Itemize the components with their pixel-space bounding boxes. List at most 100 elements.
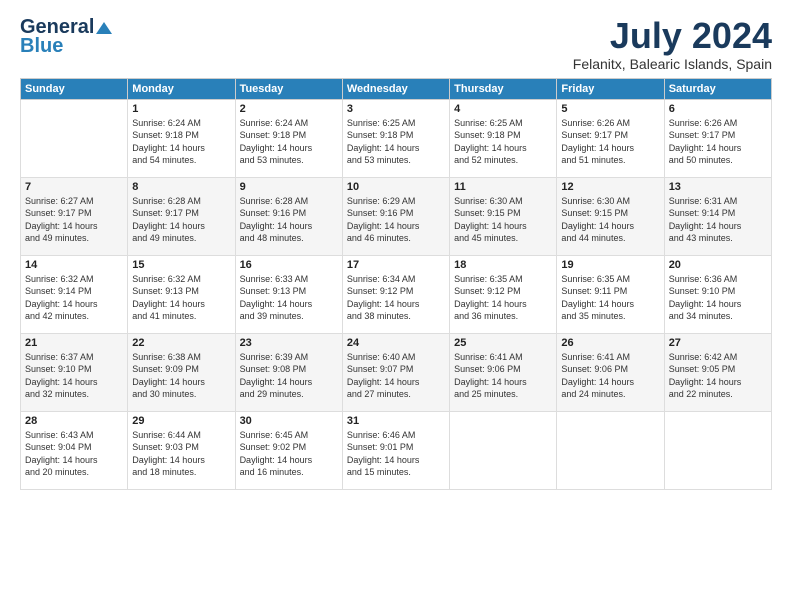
calendar-cell: 4Sunrise: 6:25 AM Sunset: 9:18 PM Daylig…	[450, 99, 557, 177]
day-number: 1	[132, 103, 230, 115]
day-number: 9	[240, 181, 338, 193]
day-number: 14	[25, 259, 123, 271]
day-number: 21	[25, 337, 123, 349]
week-row: 7 Sunrise: 6:27 AM Sunset: 9:17 PM Daylig…	[21, 177, 772, 255]
day-number: 6	[669, 103, 767, 115]
header-cell-thursday: Thursday	[450, 78, 557, 99]
calendar-cell: 10Sunrise: 6:29 AM Sunset: 9:16 PM Dayli…	[342, 177, 449, 255]
calendar-cell: 31 Sunrise: 6:46 AM Sunset: 9:01 PM Dayli…	[342, 411, 449, 489]
cell-content: Sunrise: 6:35 AM Sunset: 9:11 PM Dayligh…	[561, 273, 659, 323]
calendar-cell: 26 Sunrise: 6:41 AM Sunset: 9:06 PM Dayli…	[557, 333, 664, 411]
calendar-cell: 16 Sunrise: 6:33 AM Sunset: 9:13 PM Dayli…	[235, 255, 342, 333]
calendar-cell	[450, 411, 557, 489]
header-cell-saturday: Saturday	[664, 78, 771, 99]
day-number: 4	[454, 103, 552, 115]
cell-content: Sunrise: 6:28 AM Sunset: 9:17 PM Dayligh…	[132, 195, 230, 245]
day-number: 20	[669, 259, 767, 271]
cell-content: Sunrise: 6:44 AM Sunset: 9:03 PM Dayligh…	[132, 429, 230, 479]
day-number: 5	[561, 103, 659, 115]
cell-content: Sunrise: 6:35 AM Sunset: 9:12 PM Dayligh…	[454, 273, 552, 323]
day-number: 7	[25, 181, 123, 193]
day-number: 31	[347, 415, 445, 427]
cell-content: Sunrise: 6:32 AM Sunset: 9:13 PM Dayligh…	[132, 273, 230, 323]
calendar-cell: 3 Sunrise: 6:25 AM Sunset: 9:18 PM Daylig…	[342, 99, 449, 177]
week-row: 14Sunrise: 6:32 AM Sunset: 9:14 PM Dayli…	[21, 255, 772, 333]
calendar-cell: 12 Sunrise: 6:30 AM Sunset: 9:15 PM Dayli…	[557, 177, 664, 255]
day-number: 18	[454, 259, 552, 271]
day-number: 12	[561, 181, 659, 193]
day-number: 13	[669, 181, 767, 193]
day-number: 3	[347, 103, 445, 115]
calendar-cell: 22 Sunrise: 6:38 AM Sunset: 9:09 PM Dayli…	[128, 333, 235, 411]
header-cell-wednesday: Wednesday	[342, 78, 449, 99]
cell-content: Sunrise: 6:39 AM Sunset: 9:08 PM Dayligh…	[240, 351, 338, 401]
calendar-cell: 6 Sunrise: 6:26 AM Sunset: 9:17 PM Daylig…	[664, 99, 771, 177]
calendar-cell: 27 Sunrise: 6:42 AM Sunset: 9:05 PM Dayli…	[664, 333, 771, 411]
logo-blue: Blue	[20, 35, 63, 58]
cell-content: Sunrise: 6:31 AM Sunset: 9:14 PM Dayligh…	[669, 195, 767, 245]
calendar-cell: 17 Sunrise: 6:34 AM Sunset: 9:12 PM Dayli…	[342, 255, 449, 333]
calendar-cell: 28 Sunrise: 6:43 AM Sunset: 9:04 PM Dayli…	[21, 411, 128, 489]
header-cell-tuesday: Tuesday	[235, 78, 342, 99]
day-number: 16	[240, 259, 338, 271]
cell-content: Sunrise: 6:43 AM Sunset: 9:04 PM Dayligh…	[25, 429, 123, 479]
week-row: 28 Sunrise: 6:43 AM Sunset: 9:04 PM Dayli…	[21, 411, 772, 489]
calendar-cell: 9 Sunrise: 6:28 AM Sunset: 9:16 PM Daylig…	[235, 177, 342, 255]
calendar-cell: 25Sunrise: 6:41 AM Sunset: 9:06 PM Dayli…	[450, 333, 557, 411]
cell-content: Sunrise: 6:33 AM Sunset: 9:13 PM Dayligh…	[240, 273, 338, 323]
header-cell-monday: Monday	[128, 78, 235, 99]
calendar-cell: 5 Sunrise: 6:26 AM Sunset: 9:17 PM Daylig…	[557, 99, 664, 177]
page: General Blue July 2024 Felanitx, Baleari…	[0, 0, 792, 612]
day-number: 23	[240, 337, 338, 349]
calendar-cell: 11 Sunrise: 6:30 AM Sunset: 9:15 PM Dayli…	[450, 177, 557, 255]
cell-content: Sunrise: 6:40 AM Sunset: 9:07 PM Dayligh…	[347, 351, 445, 401]
title-area: July 2024 Felanitx, Balearic Islands, Sp…	[573, 16, 772, 72]
day-number: 28	[25, 415, 123, 427]
calendar-cell	[21, 99, 128, 177]
calendar-cell: 15 Sunrise: 6:32 AM Sunset: 9:13 PM Dayli…	[128, 255, 235, 333]
cell-content: Sunrise: 6:30 AM Sunset: 9:15 PM Dayligh…	[561, 195, 659, 245]
day-number: 2	[240, 103, 338, 115]
day-number: 11	[454, 181, 552, 193]
calendar-cell	[664, 411, 771, 489]
cell-content: Sunrise: 6:30 AM Sunset: 9:15 PM Dayligh…	[454, 195, 552, 245]
cell-content: Sunrise: 6:46 AM Sunset: 9:01 PM Dayligh…	[347, 429, 445, 479]
cell-content: Sunrise: 6:38 AM Sunset: 9:09 PM Dayligh…	[132, 351, 230, 401]
week-row: 1 Sunrise: 6:24 AM Sunset: 9:18 PM Daylig…	[21, 99, 772, 177]
cell-content: Sunrise: 6:26 AM Sunset: 9:17 PM Dayligh…	[669, 117, 767, 167]
cell-content: Sunrise: 6:45 AM Sunset: 9:02 PM Dayligh…	[240, 429, 338, 479]
day-number: 22	[132, 337, 230, 349]
day-number: 29	[132, 415, 230, 427]
calendar-cell: 21Sunrise: 6:37 AM Sunset: 9:10 PM Dayli…	[21, 333, 128, 411]
header: General Blue July 2024 Felanitx, Baleari…	[20, 16, 772, 72]
day-number: 17	[347, 259, 445, 271]
calendar-cell: 7 Sunrise: 6:27 AM Sunset: 9:17 PM Daylig…	[21, 177, 128, 255]
location: Felanitx, Balearic Islands, Spain	[573, 56, 772, 72]
calendar-table: SundayMondayTuesdayWednesdayThursdayFrid…	[20, 78, 772, 490]
cell-content: Sunrise: 6:26 AM Sunset: 9:17 PM Dayligh…	[561, 117, 659, 167]
day-number: 15	[132, 259, 230, 271]
month-title: July 2024	[573, 16, 772, 56]
cell-content: Sunrise: 6:36 AM Sunset: 9:10 PM Dayligh…	[669, 273, 767, 323]
logo: General Blue	[20, 16, 112, 58]
calendar-cell: 8Sunrise: 6:28 AM Sunset: 9:17 PM Daylig…	[128, 177, 235, 255]
calendar-cell: 14Sunrise: 6:32 AM Sunset: 9:14 PM Dayli…	[21, 255, 128, 333]
header-cell-friday: Friday	[557, 78, 664, 99]
calendar-cell: 23 Sunrise: 6:39 AM Sunset: 9:08 PM Dayli…	[235, 333, 342, 411]
cell-content: Sunrise: 6:27 AM Sunset: 9:17 PM Dayligh…	[25, 195, 123, 245]
logo-triangle-icon	[96, 22, 112, 34]
cell-content: Sunrise: 6:25 AM Sunset: 9:18 PM Dayligh…	[347, 117, 445, 167]
cell-content: Sunrise: 6:41 AM Sunset: 9:06 PM Dayligh…	[561, 351, 659, 401]
calendar-cell	[557, 411, 664, 489]
header-row: SundayMondayTuesdayWednesdayThursdayFrid…	[21, 78, 772, 99]
calendar-cell: 24 Sunrise: 6:40 AM Sunset: 9:07 PM Dayli…	[342, 333, 449, 411]
cell-content: Sunrise: 6:34 AM Sunset: 9:12 PM Dayligh…	[347, 273, 445, 323]
cell-content: Sunrise: 6:28 AM Sunset: 9:16 PM Dayligh…	[240, 195, 338, 245]
day-number: 24	[347, 337, 445, 349]
cell-content: Sunrise: 6:41 AM Sunset: 9:06 PM Dayligh…	[454, 351, 552, 401]
day-number: 30	[240, 415, 338, 427]
cell-content: Sunrise: 6:42 AM Sunset: 9:05 PM Dayligh…	[669, 351, 767, 401]
day-number: 26	[561, 337, 659, 349]
day-number: 27	[669, 337, 767, 349]
cell-content: Sunrise: 6:24 AM Sunset: 9:18 PM Dayligh…	[240, 117, 338, 167]
